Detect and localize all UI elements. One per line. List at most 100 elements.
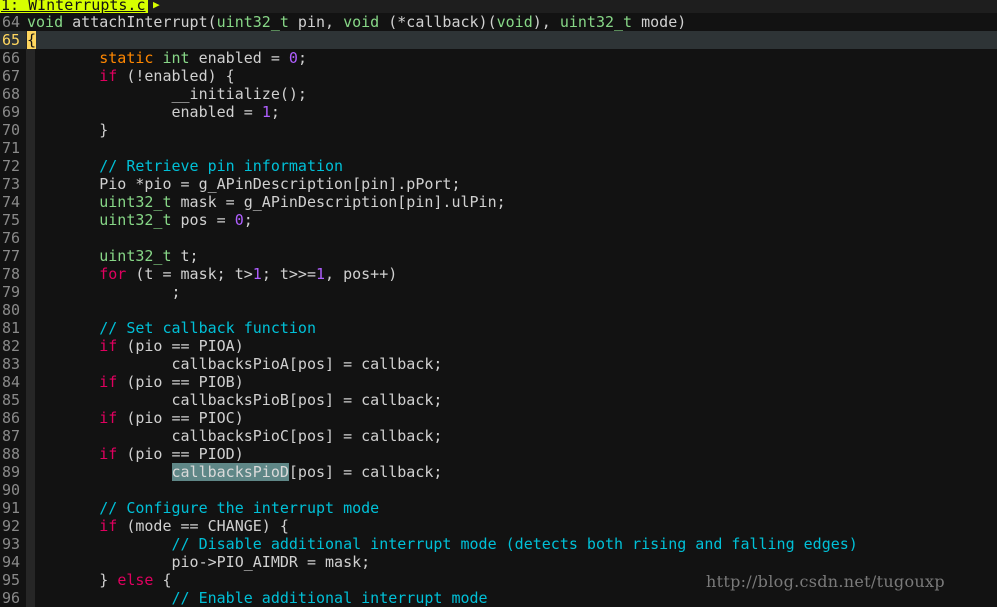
code-token: t;	[171, 247, 199, 265]
code-line[interactable]: 78 for (t = mask; t>1; t>>=1, pos++)	[0, 265, 997, 283]
code-token: else	[117, 571, 154, 589]
line-number: 90	[1, 481, 20, 499]
code-line[interactable]: 79 ;	[0, 283, 997, 301]
code-token: callbacksPioB[pos] = callback;	[27, 391, 443, 409]
code-line[interactable]: 65 {	[0, 31, 997, 49]
code-token: ;	[243, 211, 253, 229]
code-token: for	[99, 265, 127, 283]
code-line[interactable]: 66 static int enabled = 0;	[0, 49, 997, 67]
watermark: http://blog.csdn.net/tugouxp	[706, 572, 945, 591]
code-line[interactable]: 64 void attachInterrupt(uint32_t pin, voi…	[0, 13, 997, 31]
line-number: 76	[1, 229, 20, 247]
code-token: enabled =	[189, 49, 289, 67]
code-text: uint32_t pos = 0;	[27, 211, 253, 229]
code-line[interactable]: 91 // Configure the interrupt mode	[0, 499, 997, 517]
code-text: if (pio == PIOD)	[27, 445, 244, 463]
code-line[interactable]: 74 uint32_t mask = g_APinDescription[pin…	[0, 193, 997, 211]
code-text: callbacksPioB[pos] = callback;	[27, 391, 442, 409]
code-line[interactable]: 94 pio->PIO_AIMDR = mask;	[0, 553, 997, 571]
code-token: uint32_t	[559, 13, 633, 31]
code-line[interactable]: 80	[0, 301, 997, 319]
code-line[interactable]: 88 if (pio == PIOD)	[0, 445, 997, 463]
code-line[interactable]: 84 if (pio == PIOB)	[0, 373, 997, 391]
sign-column	[26, 139, 35, 157]
code-line[interactable]: 76	[0, 229, 997, 247]
code-line[interactable]: 81 // Set callback function	[0, 319, 997, 337]
code-line[interactable]: 87 callbacksPioC[pos] = callback;	[0, 427, 997, 445]
code-line[interactable]: 67 if (!enabled) {	[0, 67, 997, 85]
code-line[interactable]: 71	[0, 139, 997, 157]
code-token: }	[27, 571, 118, 589]
code-line[interactable]: 93 // Disable additional interrupt mode …	[0, 535, 997, 553]
search-highlight: callbacksPioD	[171, 463, 289, 481]
line-number: 80	[1, 301, 20, 319]
code-token: uint32_t	[99, 211, 172, 229]
code-token: (pio == PIOC)	[117, 409, 244, 427]
code-line[interactable]: 70 }	[0, 121, 997, 139]
code-text: uint32_t t;	[27, 247, 199, 265]
code-token: 0	[234, 211, 244, 229]
tab-overflow-icon: ▶	[153, 0, 160, 11]
sign-column	[26, 301, 35, 319]
code-token: ; t>>=	[261, 265, 316, 283]
code-text: if (pio == PIOA)	[27, 337, 244, 355]
code-text: if (mode == CHANGE) {	[27, 517, 289, 535]
line-number: 91	[1, 499, 20, 517]
line-number: 66	[1, 49, 20, 67]
code-line[interactable]: 96 // Enable additional interrupt mode	[0, 589, 997, 607]
code-token: pin,	[288, 13, 344, 31]
sign-column	[26, 481, 35, 499]
code-token: (!enabled) {	[117, 67, 235, 85]
line-number: 69	[1, 103, 20, 121]
code-text: // Configure the interrupt mode	[27, 499, 379, 517]
code-text: callbacksPioA[pos] = callback;	[27, 355, 442, 373]
line-number: 65	[1, 31, 20, 49]
code-line[interactable]: 92 if (mode == CHANGE) {	[0, 517, 997, 535]
code-line[interactable]: 69 enabled = 1;	[0, 103, 997, 121]
line-number: 74	[1, 193, 20, 211]
code-line[interactable]: 85 callbacksPioB[pos] = callback;	[0, 391, 997, 409]
code-text: // Retrieve pin information	[27, 157, 343, 175]
code-token: [pos] = callback;	[288, 463, 443, 481]
code-text: if (pio == PIOC)	[27, 409, 244, 427]
line-number: 83	[1, 355, 20, 373]
code-token: // Enable additional interrupt mode	[171, 589, 488, 607]
line-number: 64	[1, 13, 20, 31]
line-number: 68	[1, 85, 20, 103]
code-line[interactable]: 83 callbacksPioA[pos] = callback;	[0, 355, 997, 373]
line-number: 75	[1, 211, 20, 229]
code-line[interactable]: 75 uint32_t pos = 0;	[0, 211, 997, 229]
code-line[interactable]: 77 uint32_t t;	[0, 247, 997, 265]
code-token: 0	[288, 49, 298, 67]
code-token: attachInterrupt(	[63, 13, 217, 31]
sign-column	[26, 229, 35, 247]
code-line[interactable]: 82 if (pio == PIOA)	[0, 337, 997, 355]
code-token: (pio == PIOA)	[117, 337, 244, 355]
code-token: if	[99, 517, 118, 535]
code-token: __initialize();	[27, 85, 307, 103]
code-text: callbacksPioC[pos] = callback;	[27, 427, 442, 445]
tab-winterrupts[interactable]: 1: WInterrupts.c	[0, 0, 148, 13]
code-text: pio->PIO_AIMDR = mask;	[27, 553, 370, 571]
code-line[interactable]: 86 if (pio == PIOC)	[0, 409, 997, 427]
code-line[interactable]: 73 Pio *pio = g_APinDescription[pin].pPo…	[0, 175, 997, 193]
code-token: int	[162, 49, 190, 67]
code-token: if	[99, 373, 118, 391]
code-token: uint32_t	[99, 247, 172, 265]
line-number: 95	[1, 571, 20, 589]
code-token: pos =	[171, 211, 235, 229]
line-number: 82	[1, 337, 20, 355]
code-token: // Configure the interrupt mode	[99, 499, 380, 517]
code-editor[interactable]: 64 void attachInterrupt(uint32_t pin, voi…	[0, 13, 997, 607]
code-line[interactable]: 90	[0, 481, 997, 499]
code-line[interactable]: 72 // Retrieve pin information	[0, 157, 997, 175]
code-line[interactable]: 89 callbacksPioD[pos] = callback;	[0, 463, 997, 481]
code-line[interactable]: 68 __initialize();	[0, 85, 997, 103]
code-token: ;	[27, 283, 181, 301]
